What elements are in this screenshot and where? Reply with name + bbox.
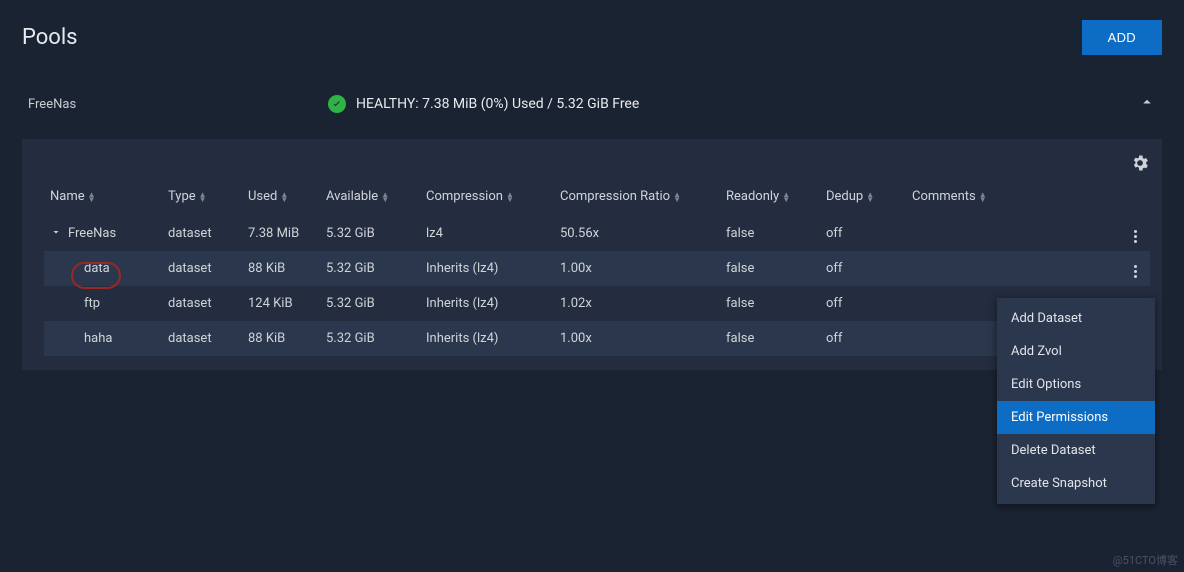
sort-icon: ▲▼: [866, 192, 874, 202]
cell-ratio: 50.56x: [554, 216, 720, 251]
sort-icon: ▲▼: [506, 192, 514, 202]
cell-dedup: off: [820, 251, 906, 286]
col-readonly[interactable]: Readonly▲▼: [720, 181, 820, 216]
col-comments[interactable]: Comments▲▼: [906, 181, 1118, 216]
table-row: FreeNas dataset7.38 MiB5.32 GiBlz450.56xf…: [44, 216, 1150, 251]
cell-type: dataset: [162, 216, 242, 251]
sort-icon: ▲▼: [280, 192, 288, 202]
cell-readonly: false: [720, 286, 820, 321]
cell-comments: [906, 251, 1118, 286]
table-row: ftp dataset124 KiB5.32 GiBInherits (lz4)1…: [44, 286, 1150, 321]
col-compression[interactable]: Compression▲▼: [420, 181, 554, 216]
cell-type: dataset: [162, 251, 242, 286]
col-used[interactable]: Used▲▼: [242, 181, 320, 216]
sort-icon: ▲▼: [673, 192, 681, 202]
cell-compression: Inherits (lz4): [420, 321, 554, 356]
chevron-down-icon[interactable]: [50, 226, 62, 241]
dataset-name: FreeNas: [68, 226, 116, 241]
row-actions-menu: Add DatasetAdd ZvolEdit OptionsEdit Perm…: [997, 298, 1155, 504]
col-dedup[interactable]: Dedup▲▼: [820, 181, 906, 216]
table-row: haha dataset88 KiB5.32 GiBInherits (lz4)1…: [44, 321, 1150, 356]
menu-item-edit-permissions[interactable]: Edit Permissions: [997, 401, 1155, 434]
datasets-table: Name▲▼ Type▲▼ Used▲▼ Available▲▼ Compres…: [44, 181, 1150, 356]
gear-icon[interactable]: [1130, 153, 1150, 173]
cell-type: dataset: [162, 321, 242, 356]
col-type[interactable]: Type▲▼: [162, 181, 242, 216]
check-circle-icon: [328, 95, 346, 113]
cell-comments: [906, 216, 1118, 251]
pool-card: Name▲▼ Type▲▼ Used▲▼ Available▲▼ Compres…: [22, 139, 1162, 370]
cell-available: 5.32 GiB: [320, 321, 420, 356]
pool-health: HEALTHY: 7.38 MiB (0%) Used / 5.32 GiB F…: [328, 95, 1132, 113]
cell-ratio: 1.00x: [554, 251, 720, 286]
cell-compression: lz4: [420, 216, 554, 251]
menu-item-add-zvol[interactable]: Add Zvol: [997, 335, 1155, 368]
kebab-icon[interactable]: [1126, 228, 1144, 245]
cell-compression: Inherits (lz4): [420, 286, 554, 321]
cell-readonly: false: [720, 251, 820, 286]
dataset-name: data: [84, 261, 110, 276]
sort-icon: ▲▼: [782, 192, 790, 202]
cell-readonly: false: [720, 321, 820, 356]
cell-type: dataset: [162, 286, 242, 321]
menu-item-add-dataset[interactable]: Add Dataset: [997, 302, 1155, 335]
cell-available: 5.32 GiB: [320, 216, 420, 251]
table-row: data dataset88 KiB5.32 GiBInherits (lz4)1…: [44, 251, 1150, 286]
cell-compression: Inherits (lz4): [420, 251, 554, 286]
cell-used: 7.38 MiB: [242, 216, 320, 251]
cell-dedup: off: [820, 286, 906, 321]
sort-icon: ▲▼: [199, 192, 207, 202]
cell-used: 88 KiB: [242, 251, 320, 286]
sort-icon: ▲▼: [381, 192, 389, 202]
watermark-text: @51CTO博客: [1113, 552, 1178, 568]
cell-available: 5.32 GiB: [320, 251, 420, 286]
page-title: Pools: [22, 25, 78, 50]
menu-item-edit-options[interactable]: Edit Options: [997, 368, 1155, 401]
cell-dedup: off: [820, 321, 906, 356]
cell-readonly: false: [720, 216, 820, 251]
add-button[interactable]: ADD: [1082, 20, 1162, 55]
cell-ratio: 1.02x: [554, 286, 720, 321]
dataset-name: ftp: [84, 296, 100, 311]
menu-item-delete-dataset[interactable]: Delete Dataset: [997, 434, 1155, 467]
cell-ratio: 1.00x: [554, 321, 720, 356]
cell-used: 88 KiB: [242, 321, 320, 356]
col-ratio[interactable]: Compression Ratio▲▼: [554, 181, 720, 216]
sort-icon: ▲▼: [88, 192, 96, 202]
pool-health-text: HEALTHY: 7.38 MiB (0%) Used / 5.32 GiB F…: [356, 96, 639, 112]
col-available[interactable]: Available▲▼: [320, 181, 420, 216]
kebab-icon[interactable]: [1126, 263, 1144, 280]
pool-name: FreeNas: [28, 97, 328, 112]
sort-icon: ▲▼: [979, 192, 987, 202]
cell-used: 124 KiB: [242, 286, 320, 321]
dataset-name: haha: [84, 331, 112, 346]
chevron-up-icon[interactable]: [1132, 87, 1162, 121]
col-name[interactable]: Name▲▼: [44, 181, 162, 216]
cell-available: 5.32 GiB: [320, 286, 420, 321]
menu-item-create-snapshot[interactable]: Create Snapshot: [997, 467, 1155, 500]
cell-dedup: off: [820, 216, 906, 251]
